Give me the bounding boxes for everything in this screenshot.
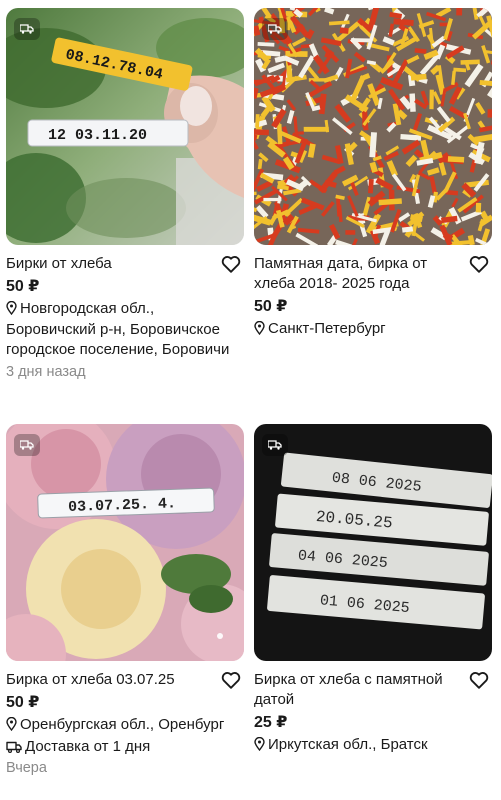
location-text: Оренбургская обл., Оренбург: [20, 716, 225, 733]
favorite-heart-icon[interactable]: [468, 669, 490, 691]
delivery-text: Доставка от 1 дня: [25, 737, 151, 755]
listing-price: 50 ₽: [6, 278, 40, 295]
listing-title[interactable]: Бирка от хлеба с памятной датой: [254, 670, 492, 710]
listing-price: 25 ₽: [254, 714, 288, 731]
delivery-badge-icon: [262, 18, 288, 40]
tag-strip: [409, 93, 416, 112]
photo-tag-on-roses: 03.07.25. 4.: [6, 424, 244, 661]
listing-price: 50 ₽: [254, 298, 288, 315]
delivery-badge-icon: [14, 434, 40, 456]
tag-strip: [345, 230, 356, 235]
listing-price: 50 ₽: [6, 694, 40, 711]
photo-tag-text: 12 03.11.20: [48, 127, 147, 144]
listing-title[interactable]: Памятная дата, бирка от хлеба 2018- 2025…: [254, 254, 492, 294]
tag-strip: [439, 22, 449, 27]
delivery-truck-icon: [6, 741, 22, 753]
photo-four-tags-dark: 08 06 2025 20.05.25 04 06 2025 01 06 202…: [254, 424, 492, 661]
listing-location: Оренбургская обл., Оренбург: [6, 715, 244, 736]
tag-strip: [460, 59, 480, 65]
tag-strip: [263, 197, 282, 202]
listing-photo[interactable]: 03.07.25. 4.: [6, 424, 244, 661]
location-text: Новгородская обл., Боровичский р-н, Боро…: [6, 300, 230, 358]
listing-location: Иркутская обл., Братск: [254, 735, 492, 756]
tag-strip: [429, 89, 434, 110]
tag-strip: [447, 156, 465, 163]
tag-strip: [255, 114, 260, 128]
photo-bread-tags-hand: 08.12.78.04 12 03.11.20: [6, 8, 244, 245]
listing-photo[interactable]: [254, 8, 492, 245]
tag-strip: [475, 202, 482, 213]
location-pin-icon: [6, 301, 17, 315]
listing-card[interactable]: 03.07.25. 4. Бирка от хлеба 03.07.25 50 …: [6, 424, 244, 778]
delivery-badge-icon: [14, 18, 40, 40]
photo-pile-of-tags: [254, 8, 492, 245]
delivery-badge-icon: [262, 434, 288, 456]
location-pin-icon: [254, 737, 265, 751]
listing-delivery: Доставка от 1 дня: [6, 737, 244, 757]
favorite-heart-icon[interactable]: [468, 253, 490, 275]
location-text: Иркутская обл., Братск: [268, 736, 428, 753]
favorite-heart-icon[interactable]: [220, 253, 242, 275]
favorite-heart-icon[interactable]: [220, 669, 242, 691]
listing-photo[interactable]: 08.12.78.04 12 03.11.20: [6, 8, 244, 245]
listing-title[interactable]: Бирки от хлеба: [6, 254, 244, 274]
tag-strip: [351, 38, 371, 43]
listing-photo[interactable]: 08 06 2025 20.05.25 04 06 2025 01 06 202…: [254, 424, 492, 661]
listing-grid: 08.12.78.04 12 03.11.20 Бирки от хлеба 5…: [0, 0, 501, 800]
location-pin-icon: [254, 321, 265, 335]
tag-strip: [254, 129, 269, 136]
listing-title[interactable]: Бирка от хлеба 03.07.25: [6, 670, 244, 690]
tag-strip: [456, 8, 463, 16]
tag-strip: [339, 27, 349, 34]
listing-date: Вчера: [6, 759, 47, 776]
location-text: Санкт-Петербург: [268, 320, 386, 337]
location-pin-icon: [6, 717, 17, 731]
listing-card[interactable]: Памятная дата, бирка от хлеба 2018- 2025…: [254, 8, 492, 340]
listing-date: 3 дня назад: [6, 363, 86, 380]
tag-strip: [303, 126, 329, 132]
listing-location: Санкт-Петербург: [254, 319, 492, 340]
listing-location: Новгородская обл., Боровичский р-н, Боро…: [6, 299, 244, 361]
tag-strip: [368, 178, 374, 194]
listing-card[interactable]: 08 06 2025 20.05.25 04 06 2025 01 06 202…: [254, 424, 492, 756]
tag-strip: [487, 109, 492, 118]
listing-card[interactable]: 08.12.78.04 12 03.11.20 Бирки от хлеба 5…: [6, 8, 244, 382]
